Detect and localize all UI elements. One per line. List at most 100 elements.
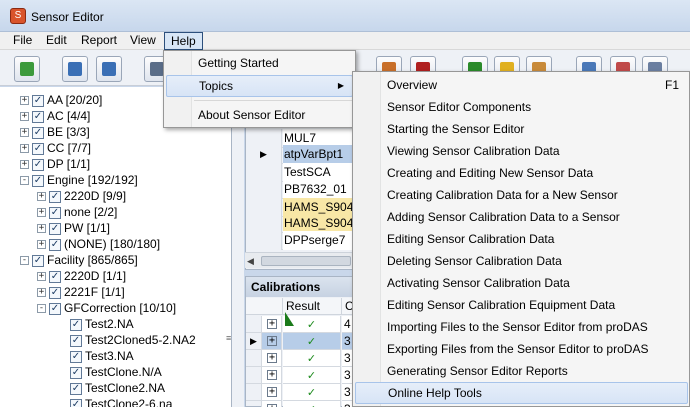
expand-icon[interactable]: + — [267, 319, 277, 329]
expand-icon[interactable]: + — [267, 353, 277, 363]
expand-icon[interactable]: + — [20, 160, 29, 170]
calibration-row[interactable]: + ✓ 4 — [246, 316, 354, 333]
pane-splitter[interactable] — [232, 87, 244, 407]
menu-item-topics[interactable]: Topics ▶ — [166, 75, 353, 97]
checkbox[interactable]: ✓ — [49, 302, 61, 315]
tree-leaf[interactable]: ✓ TestClone2.NA — [70, 380, 165, 396]
checkbox[interactable]: ✓ — [32, 126, 44, 139]
sensor-tree[interactable]: + ✓ AA [20/20] + ✓ AC [4/4] + ✓ BE [3/3] + ✓ CC … — [0, 87, 232, 407]
refresh-button[interactable] — [14, 56, 40, 82]
tree-node[interactable]: + ✓ BE [3/3] — [20, 124, 90, 140]
calibration-row[interactable]: +✓3 — [246, 384, 354, 401]
tree-node[interactable]: + ✓ DP [1/1] — [20, 156, 90, 172]
menu-report[interactable]: Report — [75, 32, 123, 50]
expand-icon[interactable]: + — [37, 192, 46, 202]
sensor-name-cell[interactable]: atpVarBpt1 — [283, 145, 353, 164]
tree-leaf[interactable]: ✓ Test2.NA — [70, 316, 134, 332]
tree-leaf[interactable]: ✓ TestClone2-6.na — [70, 396, 172, 407]
menu-file[interactable]: File — [7, 32, 38, 50]
splitter-grip-icon[interactable]: ≡ — [226, 333, 234, 343]
checkbox[interactable]: ✓ — [70, 318, 82, 331]
expand-icon[interactable]: + — [267, 336, 277, 346]
tree-node[interactable]: + ✓ CC [7/7] — [20, 140, 91, 156]
horizontal-scrollbar[interactable]: ◀ — [245, 252, 353, 268]
collapse-icon[interactable]: - — [20, 256, 29, 266]
topic-activating[interactable]: Activating Sensor Calibration Data — [355, 272, 688, 294]
expand-icon[interactable]: + — [37, 240, 46, 250]
topic-creating-editing[interactable]: Creating and Editing New Sensor Data — [355, 162, 688, 184]
calibration-row[interactable]: +✓3 — [246, 367, 354, 384]
expand-icon[interactable]: + — [20, 144, 29, 154]
tree-node[interactable]: - ✓ Facility [865/865] — [20, 252, 138, 268]
checkbox[interactable]: ✓ — [32, 142, 44, 155]
expand-icon[interactable]: + — [37, 224, 46, 234]
checkbox[interactable]: ✓ — [32, 174, 44, 187]
expand-icon[interactable]: + — [37, 272, 46, 282]
scroll-left-arrow-icon[interactable]: ◀ — [247, 256, 257, 266]
expand-icon[interactable]: + — [267, 370, 277, 380]
tree-node[interactable]: + ✓ PW [1/1] — [37, 220, 110, 236]
checkbox[interactable]: ✓ — [32, 254, 44, 267]
expand-icon[interactable]: + — [20, 96, 29, 106]
checkbox[interactable]: ✓ — [49, 238, 61, 251]
checkbox[interactable]: ✓ — [32, 94, 44, 107]
tree-leaf[interactable]: ✓ Test3.NA — [70, 348, 134, 364]
checkbox[interactable]: ✓ — [49, 190, 61, 203]
topic-creating-calibration[interactable]: Creating Calibration Data for a New Sens… — [355, 184, 688, 206]
topic-reports[interactable]: Generating Sensor Editor Reports — [355, 360, 688, 382]
expand-icon[interactable]: + — [20, 128, 29, 138]
calibration-row-selected[interactable]: ▶ + ✓ 3 — [246, 333, 354, 350]
topic-components[interactable]: Sensor Editor Components — [355, 96, 688, 118]
topic-online-help[interactable]: Online Help Tools — [355, 382, 688, 404]
topic-overview[interactable]: Overview F1 — [355, 74, 688, 96]
topic-adding[interactable]: Adding Sensor Calibration Data to a Sens… — [355, 206, 688, 228]
topic-starting[interactable]: Starting the Sensor Editor — [355, 118, 688, 140]
checkbox[interactable]: ✓ — [49, 222, 61, 235]
topic-viewing[interactable]: Viewing Sensor Calibration Data — [355, 140, 688, 162]
topic-deleting[interactable]: Deleting Sensor Calibration Data — [355, 250, 688, 272]
sensor-name-cell[interactable]: DPPserge7 — [283, 231, 353, 250]
expand-icon[interactable]: + — [37, 208, 46, 218]
sensor-row-selected[interactable]: ▶ atpVarBpt1 — [246, 145, 354, 164]
sensor-row[interactable]: PB7632_01 — [246, 180, 354, 199]
import-button[interactable] — [62, 56, 88, 82]
checkbox[interactable]: ✓ — [49, 206, 61, 219]
checkbox[interactable]: ✓ — [70, 366, 82, 379]
menu-item-about[interactable]: About Sensor Editor — [166, 104, 353, 126]
tree-node[interactable]: + ✓ none [2/2] — [37, 204, 117, 220]
collapse-icon[interactable]: - — [37, 304, 46, 314]
scroll-thumb[interactable] — [261, 256, 351, 266]
tree-leaf[interactable]: ✓ Test2Cloned5-2.NA2 — [70, 332, 196, 348]
checkbox[interactable]: ✓ — [32, 158, 44, 171]
topic-importing[interactable]: Importing Files to the Sensor Editor fro… — [355, 316, 688, 338]
tree-node[interactable]: + ✓ 2221F [1/1] — [37, 284, 125, 300]
tree-node[interactable]: - ✓ GFCorrection [10/10] — [37, 300, 176, 316]
calibration-row[interactable]: +✓3 — [246, 350, 354, 367]
checkbox[interactable]: ✓ — [70, 382, 82, 395]
checkbox[interactable]: ✓ — [32, 110, 44, 123]
calibration-row[interactable]: +✓3 — [246, 401, 354, 407]
sensor-row[interactable]: DPPserge7 — [246, 231, 354, 250]
topic-editing[interactable]: Editing Sensor Calibration Data — [355, 228, 688, 250]
menu-item-getting-started[interactable]: Getting Started — [166, 52, 353, 74]
menu-edit[interactable]: Edit — [40, 32, 73, 50]
expand-icon[interactable]: + — [20, 112, 29, 122]
menu-view[interactable]: View — [124, 32, 162, 50]
checkbox[interactable]: ✓ — [70, 350, 82, 363]
checkbox[interactable]: ✓ — [49, 270, 61, 283]
checkbox[interactable]: ✓ — [70, 398, 82, 407]
expand-icon[interactable]: + — [267, 387, 277, 397]
checkbox[interactable]: ✓ — [70, 334, 82, 347]
topic-equipment[interactable]: Editing Sensor Calibration Equipment Dat… — [355, 294, 688, 316]
expand-icon[interactable]: + — [37, 288, 46, 298]
menu-help[interactable]: Help — [164, 32, 203, 50]
export-button[interactable] — [96, 56, 122, 82]
checkbox[interactable]: ✓ — [49, 286, 61, 299]
topic-exporting[interactable]: Exporting Files from the Sensor Editor t… — [355, 338, 688, 360]
tree-node[interactable]: + ✓ AC [4/4] — [20, 108, 90, 124]
sensor-name-cell[interactable]: PB7632_01 — [283, 180, 353, 199]
tree-leaf[interactable]: ✓ TestClone.N/A — [70, 364, 162, 380]
collapse-icon[interactable]: - — [20, 176, 29, 186]
tree-node[interactable]: + ✓ (NONE) [180/180] — [37, 236, 160, 252]
tree-node[interactable]: - ✓ Engine [192/192] — [20, 172, 138, 188]
